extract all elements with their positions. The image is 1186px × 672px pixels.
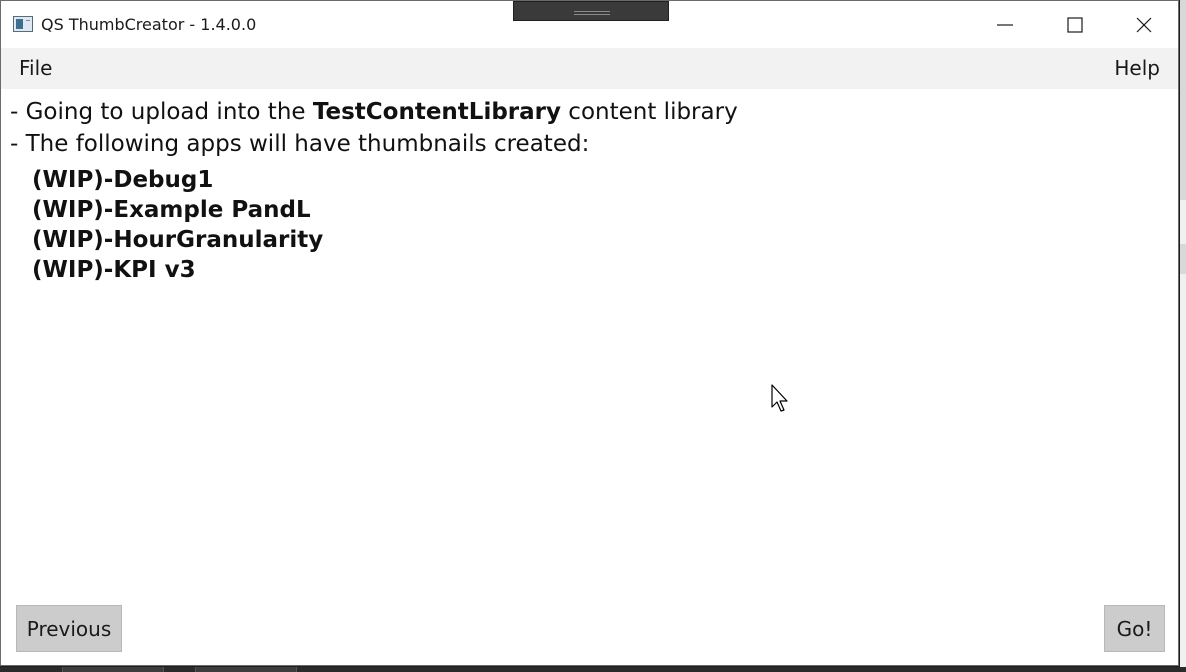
list-item: (WIP)-HourGranularity [32,227,324,253]
minimize-icon [997,23,1013,26]
list-item: (WIP)-Debug1 [32,167,214,193]
upload-target-suffix: content library [561,99,738,125]
taskbar-tab[interactable] [62,667,164,672]
app-window: QS ThumbCreator - 1.4.0.0 File Help - Go… [0,0,1179,666]
mouse-pointer-icon [771,384,788,412]
content-library-name: TestContentLibrary [312,99,561,125]
maximize-icon [1067,16,1083,33]
maximize-button[interactable] [1040,1,1110,48]
background-window-segment [1180,244,1186,274]
minimize-button[interactable] [970,1,1040,48]
close-icon [1136,17,1152,32]
summary-panel: - Going to upload into the TestContentLi… [1,89,1178,589]
upload-target-prefix: - Going to upload into the [10,99,313,125]
window-title: QS ThumbCreator - 1.4.0.0 [41,15,257,34]
drag-handle[interactable] [513,1,669,21]
menu-file[interactable]: File [11,48,60,89]
menu-bar: File Help [1,48,1178,89]
apps-heading-line: - The following apps will have thumbnail… [10,131,590,157]
background-window-segment [1180,0,1186,200]
upload-target-line: - Going to upload into the TestContentLi… [10,99,738,125]
list-item: (WIP)-Example PandL [32,197,311,223]
taskbar-tab[interactable] [195,667,297,672]
taskbar-strip [0,667,1186,672]
menu-help[interactable]: Help [1106,48,1168,89]
previous-button[interactable]: Previous [16,605,122,652]
list-item: (WIP)-KPI v3 [32,257,196,283]
go-button[interactable]: Go! [1104,605,1165,652]
app-list: (WIP)-Debug1 (WIP)-Example PandL (WIP)-H… [32,165,323,285]
background-window-edge [1180,0,1186,672]
app-icon-line [26,20,30,21]
grip-icon [574,11,610,15]
app-icon-panel [16,19,23,29]
app-window-icon [13,16,33,32]
close-button[interactable] [1109,1,1179,48]
